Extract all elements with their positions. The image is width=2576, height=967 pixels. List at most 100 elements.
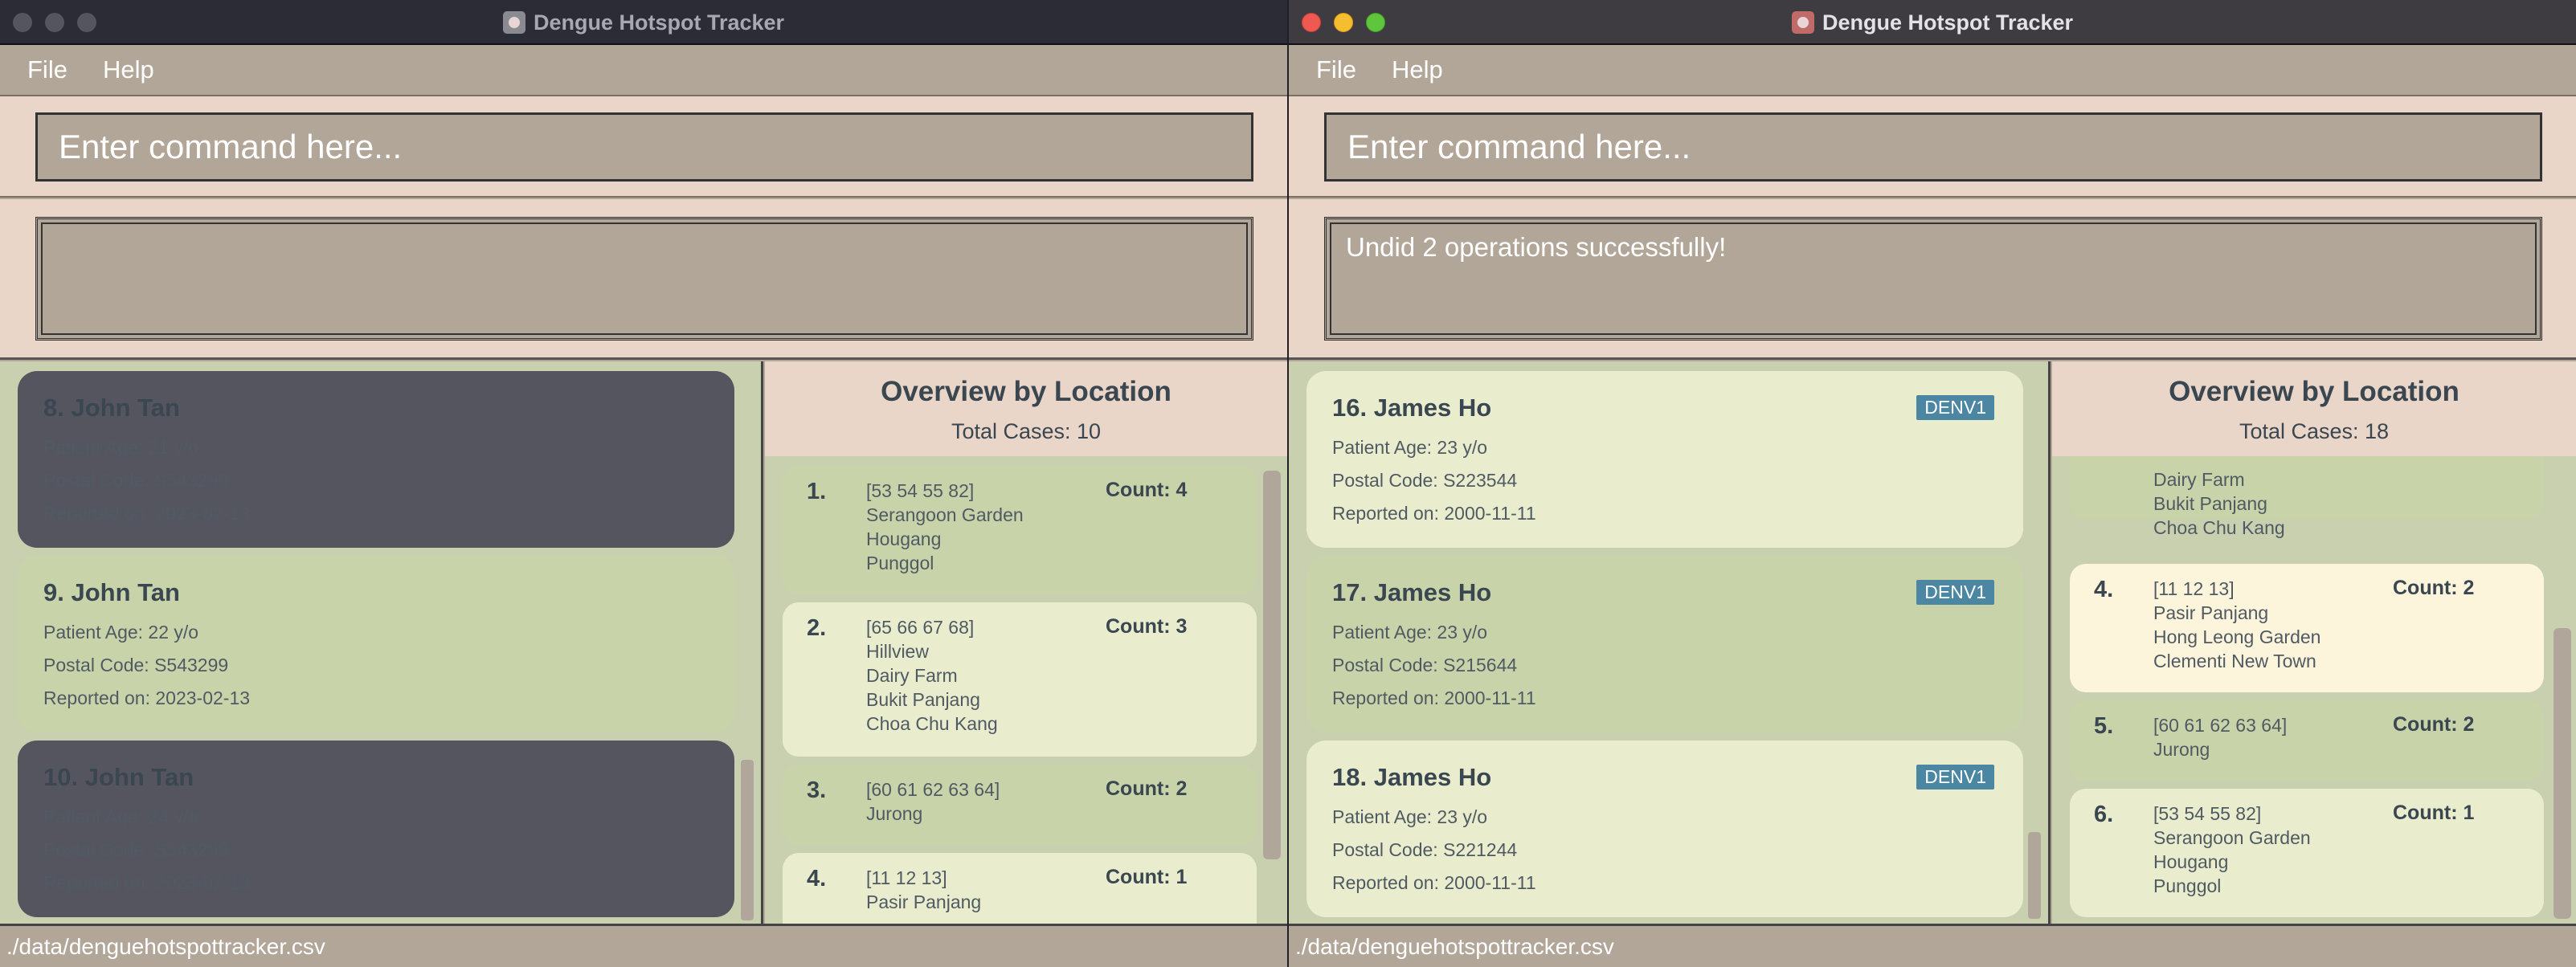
scrollbar-thumb[interactable] xyxy=(1263,471,1281,859)
patient-card[interactable]: 18. James Ho Patient Age: 23 y/o Postal … xyxy=(1306,741,2023,917)
postal-sectors: [60 61 62 63 64] xyxy=(2153,715,2288,736)
patient-report-date: Reported on: 2000-11-11 xyxy=(1332,872,1536,893)
variant-tag: DENV1 xyxy=(1916,580,1994,605)
window-title: Dengue Hotspot Tracker xyxy=(1822,10,2074,35)
location-rank: 4. xyxy=(807,866,827,892)
location-name: Dairy Farm xyxy=(866,665,958,686)
location-rank: 1. xyxy=(807,479,827,504)
patient-age: Patient Age: 24 y/o xyxy=(43,806,199,827)
command-area: Enter command here... xyxy=(1289,95,2576,198)
patient-name: 9. John Tan xyxy=(43,578,180,606)
patient-postal-code: Postal Code: S215644 xyxy=(1332,655,1518,675)
location-name: Jurong xyxy=(866,803,923,824)
menu-help[interactable]: Help xyxy=(103,55,154,84)
patient-report-date: Reported on: 2023-02-13 xyxy=(43,872,251,893)
window-title: Dengue Hotspot Tracker xyxy=(533,10,785,35)
patient-age: Patient Age: 23 y/o xyxy=(1332,437,1488,458)
patient-postal-code: Postal Code: S543299 xyxy=(43,470,229,491)
title-bar: Dengue Hotspot Tracker xyxy=(1289,0,2576,45)
scrollbar-thumb[interactable] xyxy=(741,760,754,920)
location-name: Bukit Panjang xyxy=(2153,493,2267,514)
location-rank: 2. xyxy=(807,615,827,641)
location-name: Serangoon Garden xyxy=(866,504,1024,525)
patient-name: 18. James Ho xyxy=(1332,763,1492,791)
overview-total-cases: Total Cases: 10 xyxy=(951,419,1102,443)
location-name: Bukit Panjang xyxy=(866,689,980,710)
postal-sectors: [60 61 62 63 64] xyxy=(866,779,1000,800)
location-overview: Overview by Location Total Cases: 18 Dai… xyxy=(2052,361,2576,924)
scrollbar-thumb[interactable] xyxy=(2554,628,2571,919)
right-app-window: Dengue Hotspot Tracker File Help Enter c… xyxy=(1289,0,2576,967)
patient-card[interactable]: 8. John Tan Patient Age: 21 y/o Postal C… xyxy=(18,371,734,548)
location-rank: 5. xyxy=(2094,713,2114,739)
patient-list-scrollbar[interactable] xyxy=(741,361,754,920)
patient-card[interactable]: 9. John Tan Patient Age: 22 y/o Postal C… xyxy=(18,556,734,732)
location-entry[interactable]: 1. [53 54 55 82] Serangoon Garden Hougan… xyxy=(783,466,1257,594)
menu-help[interactable]: Help xyxy=(1392,55,1443,84)
patient-report-date: Reported on: 2000-11-11 xyxy=(1332,503,1536,524)
postal-sectors: [11 12 13] xyxy=(866,867,947,888)
location-count: Count: 4 xyxy=(1106,479,1188,501)
location-name: Choa Chu Kang xyxy=(2153,517,2285,538)
location-count: Count: 2 xyxy=(2393,713,2475,736)
location-rank: 6. xyxy=(2094,802,2114,827)
patient-name: 10. John Tan xyxy=(43,763,194,791)
location-rank: 4. xyxy=(2094,577,2114,602)
location-name: Clementi New Town xyxy=(2153,651,2316,671)
postal-sectors: [53 54 55 82] xyxy=(866,480,975,501)
location-name: Jurong xyxy=(2153,739,2210,760)
patient-age: Patient Age: 22 y/o xyxy=(43,622,199,643)
patient-postal-code: Postal Code: S223544 xyxy=(1332,470,1518,491)
patient-name: 17. James Ho xyxy=(1332,578,1492,606)
location-name: Pasir Panjang xyxy=(866,892,982,912)
patient-name: 8. John Tan xyxy=(43,394,180,422)
location-entry[interactable]: 3. [60 61 62 63 64] Jurong Count: 2 xyxy=(783,765,1257,845)
patient-card[interactable]: 17. James Ho Patient Age: 23 y/o Postal … xyxy=(1306,556,2023,732)
variant-tag: DENV1 xyxy=(1916,765,1994,790)
location-entry[interactable]: 5. [60 61 62 63 64] Jurong Count: 2 xyxy=(2070,700,2544,781)
patient-list-scrollbar[interactable] xyxy=(2028,361,2041,920)
command-input[interactable]: Enter command here... xyxy=(1324,112,2542,182)
patient-name: 16. James Ho xyxy=(1332,394,1492,422)
menu-file[interactable]: File xyxy=(27,55,67,84)
postal-sectors: [65 66 67 68] xyxy=(866,617,975,638)
menu-bar: File Help xyxy=(0,45,1287,95)
location-name: Pasir Panjang xyxy=(2153,602,2269,623)
location-count: Count: 2 xyxy=(2393,577,2475,599)
status-bar: ./data/denguehotspottracker.csv xyxy=(1289,924,2576,967)
location-name: Punggol xyxy=(866,553,934,573)
location-count: Count: 1 xyxy=(1106,866,1188,888)
patient-report-date: Reported on: 2023-02-13 xyxy=(43,503,251,524)
overview-header: Overview by Location Total Cases: 10 xyxy=(765,361,1287,456)
patient-card[interactable]: 16. James Ho Patient Age: 23 y/o Postal … xyxy=(1306,371,2023,548)
overview-scrollbar[interactable] xyxy=(1263,466,1281,922)
location-entry-selected[interactable]: 4. [11 12 13] Pasir Panjang Hong Leong G… xyxy=(2070,564,2544,692)
patient-card[interactable]: 10. John Tan Patient Age: 24 y/o Postal … xyxy=(18,741,734,917)
location-name: Hillview xyxy=(866,641,929,662)
command-input[interactable]: Enter command here... xyxy=(35,112,1253,182)
left-app-window: Dengue Hotspot Tracker File Help Enter c… xyxy=(0,0,1287,967)
patient-list: 8. John Tan Patient Age: 21 y/o Postal C… xyxy=(0,361,763,924)
patient-postal-code: Postal Code: S543299 xyxy=(43,839,229,860)
overview-title: Overview by Location xyxy=(2169,376,2459,407)
location-name: Dairy Farm xyxy=(2153,469,2245,490)
app-icon xyxy=(1791,11,1814,34)
overview-title: Overview by Location xyxy=(881,376,1171,407)
location-name: Serangoon Garden xyxy=(2153,827,2311,848)
location-entry[interactable]: 6. [53 54 55 82] Serangoon Garden Hougan… xyxy=(2070,789,2544,917)
result-area xyxy=(0,199,1287,360)
scrollbar-thumb[interactable] xyxy=(2028,832,2041,919)
menu-bar: File Help xyxy=(1289,45,2576,95)
patient-age: Patient Age: 23 y/o xyxy=(1332,806,1488,827)
location-rank: 3. xyxy=(807,777,827,803)
menu-file[interactable]: File xyxy=(1316,55,1356,84)
patient-report-date: Reported on: 2000-11-11 xyxy=(1332,688,1536,708)
location-name: Hougang xyxy=(2153,851,2229,872)
location-name: Hougang xyxy=(866,528,942,549)
command-area: Enter command here... xyxy=(0,95,1287,198)
location-entry[interactable]: 2. [65 66 67 68] Hillview Dairy Farm Buk… xyxy=(783,602,1257,757)
location-name: Hong Leong Garden xyxy=(2153,626,2321,647)
patient-postal-code: Postal Code: S221244 xyxy=(1332,839,1518,860)
location-overview: Overview by Location Total Cases: 10 1. … xyxy=(765,361,1287,949)
overview-scrollbar[interactable] xyxy=(2554,458,2571,922)
